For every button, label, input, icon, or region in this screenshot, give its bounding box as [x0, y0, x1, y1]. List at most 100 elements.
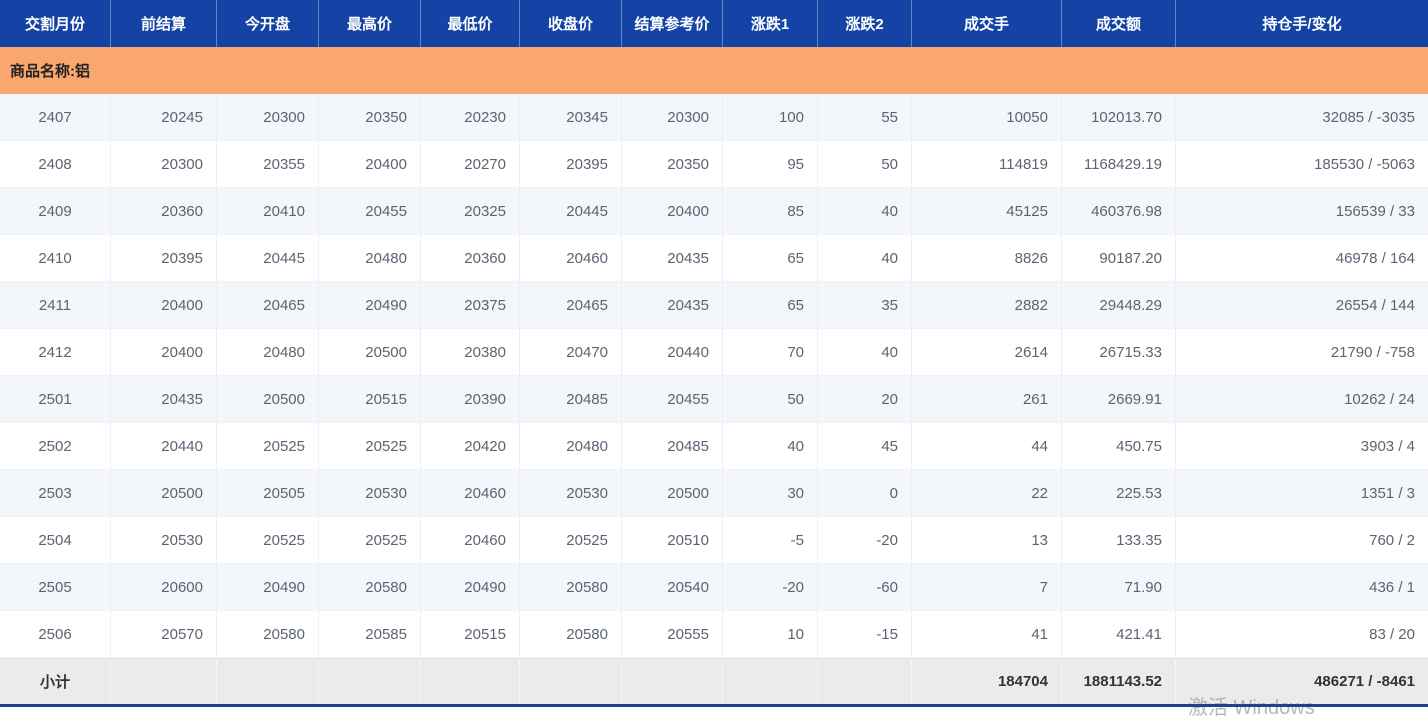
cell-low: 20460 — [421, 517, 520, 564]
cell-prev-settlement: 20600 — [111, 564, 217, 611]
cell-prev-settlement: 20440 — [111, 423, 217, 470]
cell-open: 20300 — [217, 94, 319, 141]
cell-open: 20500 — [217, 376, 319, 423]
cell-turnover: 421.41 — [1062, 611, 1176, 658]
cell-settlement-ref: 20455 — [622, 376, 723, 423]
cell-close: 20345 — [520, 94, 622, 141]
futures-quote-table: 交割月份前结算今开盘最高价最低价收盘价结算参考价涨跌1涨跌2成交手成交额持仓手/… — [0, 0, 1428, 704]
cell-settlement-ref: 20435 — [622, 235, 723, 282]
cell-settlement-ref: 20485 — [622, 423, 723, 470]
header-row: 交割月份前结算今开盘最高价最低价收盘价结算参考价涨跌1涨跌2成交手成交额持仓手/… — [0, 0, 1428, 47]
cell-close: 20465 — [520, 282, 622, 329]
subtotal-spacer — [818, 658, 912, 704]
cell-turnover: 1168429.19 — [1062, 141, 1176, 188]
cell-close: 20530 — [520, 470, 622, 517]
cell-change1: 50 — [723, 376, 818, 423]
cell-open-interest: 46978 / 164 — [1176, 235, 1428, 282]
cell-change2: 40 — [818, 235, 912, 282]
cell-prev-settlement: 20300 — [111, 141, 217, 188]
cell-month: 2407 — [0, 94, 111, 141]
table-row-2506[interactable]: 250620570205802058520515205802055510-154… — [0, 611, 1428, 658]
cell-close: 20580 — [520, 564, 622, 611]
subtotal-row: 小计 184704 1881143.52 486271 / -8461 — [0, 658, 1428, 704]
cell-change2: -20 — [818, 517, 912, 564]
subtotal-spacer — [421, 658, 520, 704]
cell-open: 20525 — [217, 423, 319, 470]
cell-low: 20515 — [421, 611, 520, 658]
cell-turnover: 71.90 — [1062, 564, 1176, 611]
cell-change2: 50 — [818, 141, 912, 188]
cell-open-interest: 760 / 2 — [1176, 517, 1428, 564]
cell-volume: 22 — [912, 470, 1062, 517]
table-row-2505[interactable]: 2505206002049020580204902058020540-20-60… — [0, 564, 1428, 611]
cell-month: 2506 — [0, 611, 111, 658]
cell-open: 20490 — [217, 564, 319, 611]
col-header-settlement-ref: 结算参考价 — [622, 0, 723, 47]
table-row-2502[interactable]: 2502204402052520525204202048020485404544… — [0, 423, 1428, 470]
cell-volume: 45125 — [912, 188, 1062, 235]
cell-prev-settlement: 20360 — [111, 188, 217, 235]
col-header-open-interest: 持仓手/变化 — [1176, 0, 1428, 47]
cell-month: 2410 — [0, 235, 111, 282]
cell-volume: 114819 — [912, 141, 1062, 188]
table-row-2504[interactable]: 2504205302052520525204602052520510-5-201… — [0, 517, 1428, 564]
cell-change2: 55 — [818, 94, 912, 141]
cell-open: 20505 — [217, 470, 319, 517]
cell-change2: -15 — [818, 611, 912, 658]
subtotal-turnover: 1881143.52 — [1062, 658, 1176, 704]
cell-close: 20445 — [520, 188, 622, 235]
table-row-2503[interactable]: 2503205002050520530204602053020500300222… — [0, 470, 1428, 517]
subtotal-spacer — [723, 658, 818, 704]
subtotal-spacer — [217, 658, 319, 704]
cell-open: 20445 — [217, 235, 319, 282]
cell-change1: 10 — [723, 611, 818, 658]
cell-low: 20380 — [421, 329, 520, 376]
col-header-high: 最高价 — [319, 0, 421, 47]
cell-open: 20580 — [217, 611, 319, 658]
cell-prev-settlement: 20395 — [111, 235, 217, 282]
cell-month: 2503 — [0, 470, 111, 517]
col-header-month: 交割月份 — [0, 0, 111, 47]
cell-high: 20515 — [319, 376, 421, 423]
cell-change1: 65 — [723, 282, 818, 329]
cell-volume: 2882 — [912, 282, 1062, 329]
col-header-prev-settlement: 前结算 — [111, 0, 217, 47]
col-header-close: 收盘价 — [520, 0, 622, 47]
table-row-2501[interactable]: 2501204352050020515203902048520455502026… — [0, 376, 1428, 423]
cell-open: 20525 — [217, 517, 319, 564]
cell-open-interest: 3903 / 4 — [1176, 423, 1428, 470]
cell-change2: -60 — [818, 564, 912, 611]
cell-prev-settlement: 20435 — [111, 376, 217, 423]
cell-turnover: 102013.70 — [1062, 94, 1176, 141]
subtotal-spacer — [111, 658, 217, 704]
cell-high: 20500 — [319, 329, 421, 376]
table-row-2409[interactable]: 2409203602041020455203252044520400854045… — [0, 188, 1428, 235]
table-row-2411[interactable]: 2411204002046520490203752046520435653528… — [0, 282, 1428, 329]
table-row-2407[interactable]: 2407202452030020350202302034520300100551… — [0, 94, 1428, 141]
cell-turnover: 90187.20 — [1062, 235, 1176, 282]
cell-high: 20530 — [319, 470, 421, 517]
table-row-2410[interactable]: 2410203952044520480203602046020435654088… — [0, 235, 1428, 282]
cell-open-interest: 83 / 20 — [1176, 611, 1428, 658]
table-row-2408[interactable]: 2408203002035520400202702039520350955011… — [0, 141, 1428, 188]
cell-volume: 7 — [912, 564, 1062, 611]
table-row-2412[interactable]: 2412204002048020500203802047020440704026… — [0, 329, 1428, 376]
cell-prev-settlement: 20245 — [111, 94, 217, 141]
cell-turnover: 225.53 — [1062, 470, 1176, 517]
cell-close: 20525 — [520, 517, 622, 564]
cell-volume: 261 — [912, 376, 1062, 423]
cell-month: 2502 — [0, 423, 111, 470]
cell-change2: 20 — [818, 376, 912, 423]
subtotal-label: 小计 — [0, 658, 111, 704]
cell-prev-settlement: 20570 — [111, 611, 217, 658]
cell-open-interest: 1351 / 3 — [1176, 470, 1428, 517]
col-header-low: 最低价 — [421, 0, 520, 47]
quote-table-header: 交割月份前结算今开盘最高价最低价收盘价结算参考价涨跌1涨跌2成交手成交额持仓手/… — [0, 0, 1428, 47]
cell-open: 20355 — [217, 141, 319, 188]
cell-open: 20410 — [217, 188, 319, 235]
cell-change1: 30 — [723, 470, 818, 517]
cell-high: 20490 — [319, 282, 421, 329]
cell-high: 20525 — [319, 517, 421, 564]
cell-low: 20230 — [421, 94, 520, 141]
cell-change1: 95 — [723, 141, 818, 188]
